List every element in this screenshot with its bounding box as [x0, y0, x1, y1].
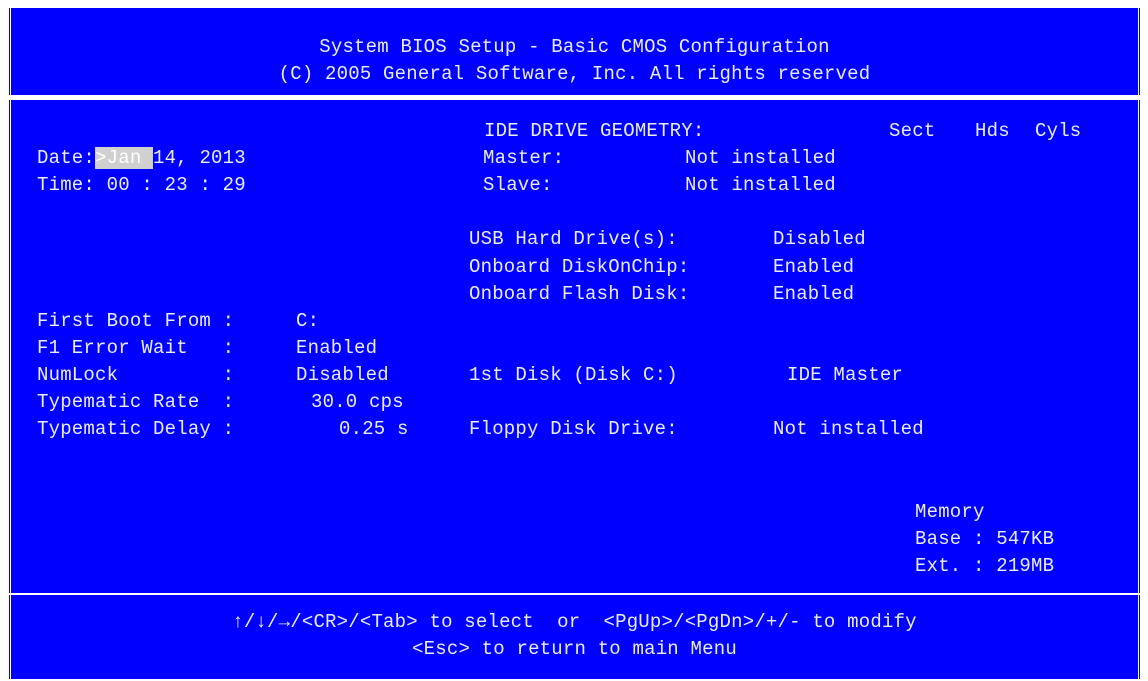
- date-field[interactable]: Date:>Jan 14, 2013: [37, 145, 246, 172]
- footer-navigation-hint: ↑/↓/→/<CR>/<Tab> to select or <PgUp>/<Pg…: [232, 611, 917, 633]
- floppy-label: Floppy Disk Drive:: [469, 418, 678, 440]
- time-label: Time:: [37, 174, 96, 196]
- date-month-selector[interactable]: >Jan: [95, 147, 154, 169]
- typematic-delay-label: Typematic Delay :: [37, 418, 235, 440]
- diskonchip-label: Onboard DiskOnChip:: [469, 256, 690, 278]
- date-label: Date:: [37, 147, 96, 169]
- bios-title: System BIOS Setup - Basic CMOS Configura…: [319, 36, 830, 58]
- col-hds-header: Hds: [975, 120, 1010, 142]
- master-value: Not installed: [685, 147, 836, 169]
- f1-error-wait-label: F1 Error Wait :: [37, 337, 235, 359]
- footer-escape-hint: <Esc> to return to main Menu: [412, 638, 737, 660]
- numlock-value[interactable]: Disabled: [296, 362, 389, 389]
- bios-screen: System BIOS Setup - Basic CMOS Configura…: [0, 0, 1148, 681]
- slave-label: Slave:: [483, 174, 553, 196]
- first-boot-label: First Boot From :: [37, 310, 235, 332]
- date-day-year[interactable]: 14, 2013: [153, 147, 246, 169]
- first-disk-value[interactable]: IDE Master: [787, 362, 903, 389]
- diskonchip-value[interactable]: Enabled: [773, 254, 854, 281]
- typematic-rate-label: Typematic Rate :: [37, 391, 235, 413]
- usb-hard-drive-label: USB Hard Drive(s):: [469, 228, 678, 250]
- memory-title: Memory: [915, 501, 985, 523]
- first-boot-value[interactable]: C:: [296, 308, 319, 335]
- header-panel: System BIOS Setup - Basic CMOS Configura…: [8, 8, 1141, 95]
- usb-hard-drive-value[interactable]: Disabled: [773, 226, 866, 253]
- ide-geometry-heading: IDE DRIVE GEOMETRY:: [484, 120, 705, 142]
- copyright-text: (C) 2005 General Software, Inc. All righ…: [278, 63, 871, 85]
- typematic-rate-value[interactable]: 30.0 cps: [311, 389, 404, 416]
- memory-base: Base : 547KB: [915, 528, 1055, 550]
- col-sect-header: Sect: [889, 120, 936, 142]
- first-disk-label: 1st Disk (Disk C:): [469, 364, 678, 386]
- master-label: Master:: [483, 147, 565, 169]
- slave-value: Not installed: [685, 174, 836, 196]
- time-value[interactable]: 00 : 23 : 29: [107, 174, 246, 196]
- f1-error-wait-value[interactable]: Enabled: [296, 335, 377, 362]
- time-field[interactable]: Time: 00 : 23 : 29: [37, 172, 246, 199]
- col-cyls-header: Cyls: [1035, 120, 1082, 142]
- config-panel: IDE DRIVE GEOMETRY: Sect Hds Cyls Date:>…: [8, 100, 1141, 593]
- flash-disk-value[interactable]: Enabled: [773, 281, 854, 308]
- flash-disk-label: Onboard Flash Disk:: [469, 283, 690, 305]
- footer-panel: ↑/↓/→/<CR>/<Tab> to select or <PgUp>/<Pg…: [8, 595, 1141, 679]
- numlock-label: NumLock :: [37, 364, 235, 386]
- typematic-delay-value[interactable]: 0.25 s: [339, 416, 409, 443]
- memory-ext: Ext. : 219MB: [915, 555, 1055, 577]
- floppy-value[interactable]: Not installed: [773, 416, 924, 443]
